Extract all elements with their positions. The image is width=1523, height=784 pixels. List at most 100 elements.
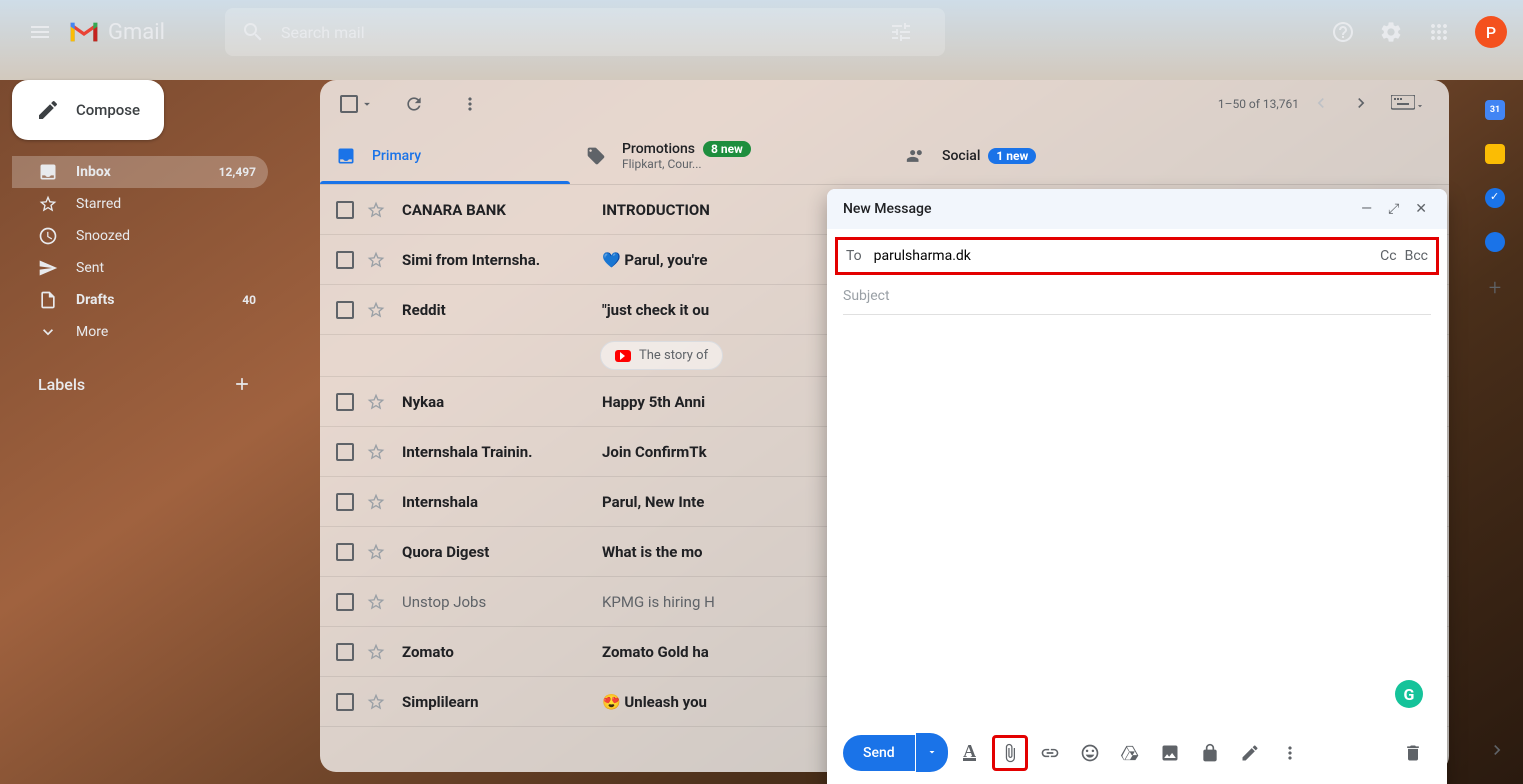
support-icon[interactable] <box>1323 12 1363 52</box>
subject-input[interactable] <box>843 288 1431 304</box>
sidebar-item-drafts[interactable]: Drafts 40 <box>12 284 268 316</box>
row-checkbox[interactable] <box>336 251 354 269</box>
tab-label: Social <box>942 148 980 164</box>
tab-label: Promotions <box>622 141 695 157</box>
labels-heading: Labels <box>38 375 85 394</box>
compose-body[interactable] <box>827 315 1447 721</box>
pencil-icon <box>36 98 60 122</box>
close-icon[interactable]: ✕ <box>1411 199 1431 219</box>
tab-primary[interactable]: Primary <box>320 128 570 184</box>
compose-button[interactable]: Compose <box>12 80 164 140</box>
sidebar-item-snoozed[interactable]: Snoozed <box>12 220 268 252</box>
send-options-button[interactable] <box>916 733 948 772</box>
row-checkbox[interactable] <box>336 593 354 611</box>
row-checkbox[interactable] <box>336 543 354 561</box>
email-sender: Nykaa <box>402 393 602 411</box>
select-all-checkbox[interactable] <box>336 91 378 117</box>
tune-icon[interactable] <box>889 20 913 44</box>
insert-link-button[interactable] <box>1032 735 1068 771</box>
star-icon[interactable] <box>366 692 386 712</box>
apps-icon[interactable] <box>1419 12 1459 52</box>
insert-signature-button[interactable] <box>1232 735 1268 771</box>
social-tab-icon <box>906 146 926 166</box>
star-icon[interactable] <box>366 392 386 412</box>
email-sender: Zomato <box>402 643 602 661</box>
file-icon <box>38 290 58 310</box>
row-checkbox[interactable] <box>336 693 354 711</box>
row-checkbox[interactable] <box>336 393 354 411</box>
star-icon[interactable] <box>366 300 386 320</box>
minimize-icon[interactable]: — <box>1357 199 1376 219</box>
inbox-tab-icon <box>336 146 356 166</box>
next-page-button[interactable] <box>1343 85 1379 124</box>
promotions-badge: 8 new <box>703 141 751 157</box>
gmail-logo[interactable]: Gmail <box>68 20 165 45</box>
sidebar-item-inbox[interactable]: Inbox 12,497 <box>12 156 268 188</box>
row-checkbox[interactable] <box>336 643 354 661</box>
fullscreen-icon[interactable]: ⤢ <box>1384 199 1403 219</box>
expand-icon <box>38 322 58 342</box>
side-panel-toggle[interactable] <box>1487 740 1507 764</box>
tasks-app-icon[interactable] <box>1485 188 1505 208</box>
contacts-app-icon[interactable] <box>1485 232 1505 252</box>
calendar-app-icon[interactable]: 31 <box>1485 100 1505 120</box>
star-icon[interactable] <box>366 642 386 662</box>
formatting-button[interactable]: A <box>952 735 988 771</box>
inbox-icon <box>38 162 58 182</box>
send-icon <box>38 258 58 278</box>
grammarly-icon[interactable]: G <box>1395 680 1423 708</box>
tab-subtitle: Flipkart, Cour... <box>622 157 751 171</box>
page-range: 1–50 of 13,761 <box>1218 97 1299 111</box>
clock-icon <box>38 226 58 246</box>
attachment-chip[interactable]: The story of <box>600 341 723 370</box>
social-badge: 1 new <box>988 148 1036 164</box>
main-menu-button[interactable] <box>16 8 64 56</box>
row-checkbox[interactable] <box>336 493 354 511</box>
tab-social[interactable]: Social 1 new <box>890 128 1140 184</box>
row-checkbox[interactable] <box>336 301 354 319</box>
star-icon[interactable] <box>366 542 386 562</box>
tab-promotions[interactable]: Promotions 8 new Flipkart, Cour... <box>570 128 890 184</box>
search-bar[interactable] <box>225 8 945 56</box>
sidebar-item-more[interactable]: More <box>12 316 268 348</box>
star-icon[interactable] <box>366 250 386 270</box>
star-icon[interactable] <box>366 492 386 512</box>
bcc-button[interactable]: Bcc <box>1405 248 1428 264</box>
input-tool-button[interactable] <box>1383 87 1433 122</box>
insert-photo-button[interactable] <box>1152 735 1188 771</box>
star-icon[interactable] <box>366 200 386 220</box>
email-sender: Internshala Trainin. <box>402 443 602 461</box>
add-addon-icon[interactable]: + <box>1489 276 1501 301</box>
discard-draft-button[interactable] <box>1395 735 1431 771</box>
send-button[interactable]: Send <box>843 735 915 771</box>
sidebar-item-label: Snoozed <box>76 228 256 244</box>
sidebar-item-sent[interactable]: Sent <box>12 252 268 284</box>
email-sender: Internshala <box>402 493 602 511</box>
star-icon[interactable] <box>366 592 386 612</box>
refresh-button[interactable] <box>394 84 434 124</box>
more-button[interactable] <box>450 84 490 124</box>
row-checkbox[interactable] <box>336 443 354 461</box>
account-avatar[interactable]: P <box>1475 16 1507 48</box>
to-input[interactable] <box>874 248 1380 264</box>
email-sender: Simi from Internsha. <box>402 251 602 269</box>
star-icon[interactable] <box>366 442 386 462</box>
row-checkbox[interactable] <box>336 201 354 219</box>
promotions-tab-icon <box>586 146 606 166</box>
search-input[interactable] <box>281 23 889 42</box>
sidebar-item-label: Sent <box>76 260 256 276</box>
tab-label: Primary <box>372 148 421 164</box>
insert-drive-button[interactable] <box>1112 735 1148 771</box>
settings-icon[interactable] <box>1371 12 1411 52</box>
youtube-icon <box>615 350 631 362</box>
attach-file-button[interactable] <box>992 735 1028 771</box>
sidebar-item-starred[interactable]: Starred <box>12 188 268 220</box>
sidebar-item-label: Drafts <box>76 292 242 308</box>
insert-emoji-button[interactable] <box>1072 735 1108 771</box>
add-label-icon[interactable] <box>232 374 252 394</box>
cc-button[interactable]: Cc <box>1380 248 1396 264</box>
more-options-button[interactable] <box>1272 735 1308 771</box>
keep-app-icon[interactable] <box>1485 144 1505 164</box>
confidential-mode-button[interactable] <box>1192 735 1228 771</box>
prev-page-button[interactable] <box>1303 85 1339 124</box>
